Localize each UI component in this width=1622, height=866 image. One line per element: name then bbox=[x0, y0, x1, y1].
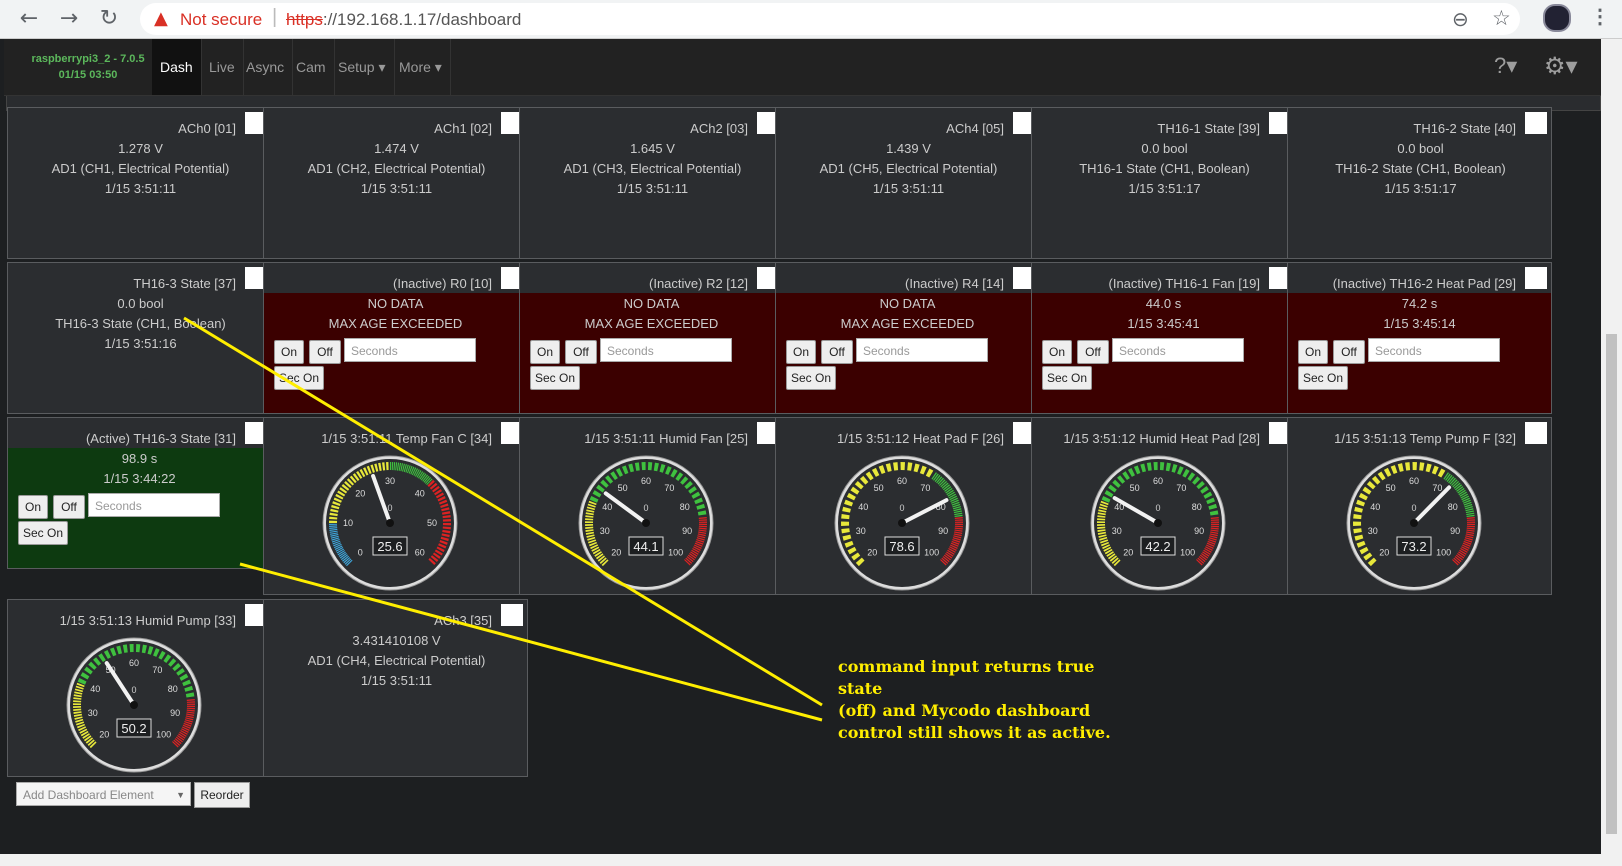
annotation-text: command input returns true state (off) a… bbox=[838, 656, 1138, 744]
annotation-line1: command input returns true state bbox=[838, 657, 1095, 698]
annotation-line3: control still shows it as active. bbox=[838, 723, 1111, 742]
annotation-arrows bbox=[183, 316, 823, 722]
annotation-line-2 bbox=[239, 562, 823, 722]
annotation-line-1 bbox=[183, 316, 823, 707]
annotation-line2: (off) and Mycodo dashboard bbox=[838, 701, 1091, 720]
